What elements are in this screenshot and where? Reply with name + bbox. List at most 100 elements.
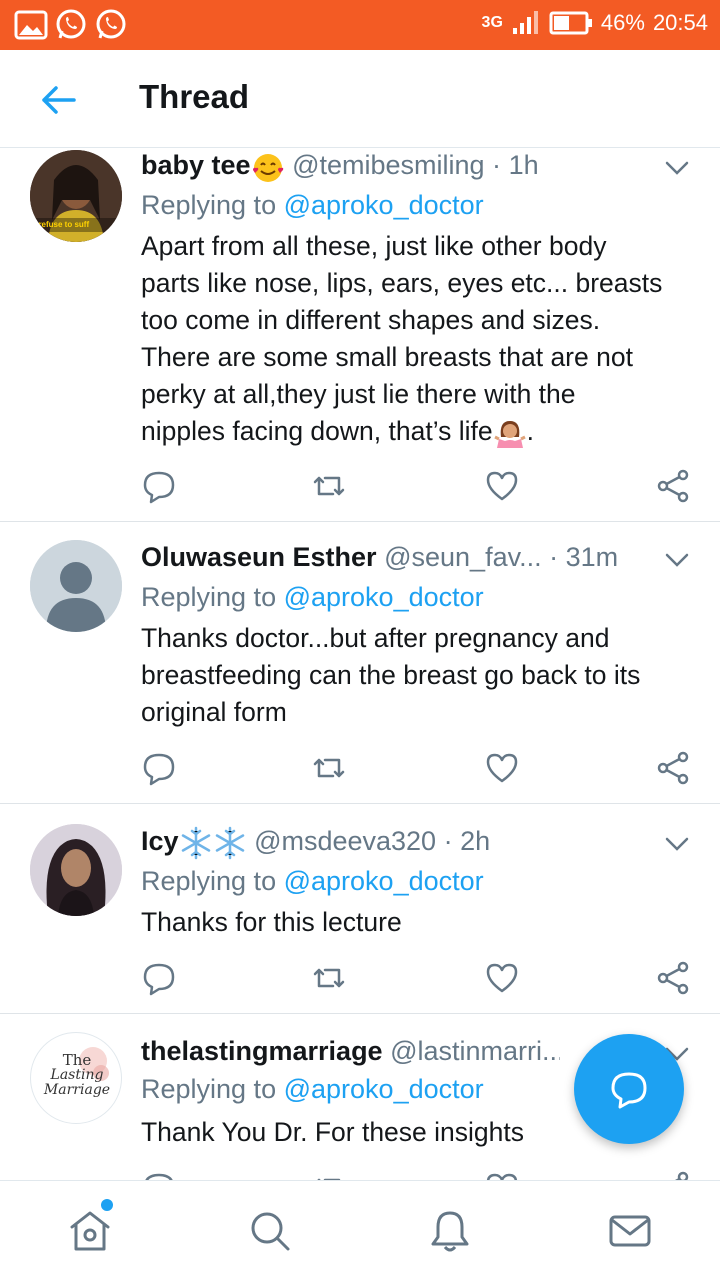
- replying-prefix: Replying to: [141, 1074, 277, 1104]
- tweet-text: Thanks doctor...but after pregnancy and …: [141, 620, 696, 731]
- retweet-icon[interactable]: [311, 1170, 347, 1180]
- chevron-down-icon[interactable]: [664, 158, 690, 178]
- tweet-header: baby tee @temibesmiling · 1h: [141, 150, 660, 183]
- bottom-navigation: [0, 1180, 720, 1280]
- tweet[interactable]: Icy @msdeeva320 · 2h Replying to @aproko…: [0, 804, 720, 1014]
- tweet[interactable]: Oluwaseun Esther @seun_fav... · 31m Repl…: [0, 522, 720, 804]
- share-icon[interactable]: [655, 750, 691, 786]
- signal-icon: [512, 11, 538, 34]
- text-line: Thanks for this lecture: [141, 907, 402, 937]
- reply-icon[interactable]: [141, 1170, 177, 1180]
- tweet-text: Apart from all these, just like other bo…: [141, 228, 696, 450]
- user-name[interactable]: baby tee: [141, 150, 251, 180]
- notification-icons: [14, 8, 128, 42]
- chevron-down-icon[interactable]: [664, 834, 690, 854]
- tweet-time: 1h: [508, 150, 539, 180]
- retweet-icon[interactable]: [311, 750, 347, 786]
- replying-prefix: Replying to: [141, 582, 277, 612]
- avatar-photo: [30, 824, 122, 916]
- mention-link[interactable]: @aproko_doctor: [284, 582, 484, 612]
- text-line: perky at all,they just lie there with th…: [141, 379, 576, 409]
- text-line: original form: [141, 697, 287, 727]
- user-name[interactable]: thelastingmarriage: [141, 1036, 383, 1066]
- text-line: breastfeeding can the breast go back to …: [141, 660, 641, 690]
- dot-separator: ·: [549, 542, 559, 572]
- tweet-time: 31m: [565, 542, 619, 572]
- avatar-caption: I refuse to suff: [34, 220, 90, 229]
- reply-icon[interactable]: [141, 468, 177, 504]
- network-type: 3G: [481, 14, 503, 31]
- user-name[interactable]: Icy: [141, 826, 179, 856]
- back-button[interactable]: [36, 80, 80, 120]
- user-handle[interactable]: @temibesmiling: [292, 150, 484, 180]
- avatar[interactable]: I refuse to suff: [30, 150, 122, 242]
- user-name[interactable]: Oluwaseun Esther: [141, 542, 377, 572]
- arrow-left-icon: [42, 86, 76, 114]
- person-shrugging-icon: [493, 421, 526, 448]
- page-title: Thread: [139, 78, 250, 115]
- tweet-actions: [141, 750, 691, 786]
- brand-logo-text: The Lasting Marriage: [43, 1051, 111, 1098]
- top-app-bar: Thread: [0, 50, 720, 148]
- avatar[interactable]: [30, 540, 122, 632]
- avatar[interactable]: [30, 824, 122, 916]
- heart-icon[interactable]: [484, 1170, 520, 1180]
- bell-icon[interactable]: [426, 1207, 474, 1255]
- retweet-icon[interactable]: [311, 960, 347, 996]
- share-icon[interactable]: [655, 1170, 691, 1180]
- snowflake-icon: [181, 826, 210, 860]
- replying-to: Replying to @aproko_doctor: [141, 190, 484, 221]
- snowflake-icon: [215, 826, 244, 860]
- tweet-header: Icy @msdeeva320 · 2h: [141, 826, 660, 860]
- tweet-text: Thanks for this lecture: [141, 904, 696, 941]
- tweet-actions: [141, 468, 691, 504]
- compose-reply-icon: [611, 1072, 647, 1109]
- text-line: parts like nose, lips, ears, eyes etc...…: [141, 268, 663, 298]
- default-profile-icon: [30, 540, 122, 632]
- mention-link[interactable]: @aproko_doctor: [284, 1074, 484, 1104]
- mention-link[interactable]: @aproko_doctor: [284, 190, 484, 220]
- dot-separator: ·: [492, 150, 502, 180]
- search-icon[interactable]: [246, 1207, 294, 1255]
- text-line: too come in different shapes and sizes.: [141, 305, 601, 335]
- gallery-icon: [14, 10, 48, 40]
- tweet-actions: [141, 1170, 691, 1180]
- dot-separator: ·: [443, 826, 453, 857]
- reply-icon[interactable]: [141, 960, 177, 996]
- whatsapp-icon: [96, 9, 126, 39]
- home-icon[interactable]: [66, 1207, 114, 1255]
- heart-icon[interactable]: [484, 468, 520, 504]
- status-indicators: 3G 46% 20:54: [482, 10, 708, 36]
- mention-link[interactable]: @aproko_doctor: [284, 866, 484, 896]
- whatsapp-icon: [56, 9, 86, 39]
- thread-feed[interactable]: I refuse to suff baby tee @temibesmiling…: [0, 148, 720, 1180]
- tweet[interactable]: I refuse to suff baby tee @temibesmiling…: [0, 148, 720, 522]
- share-icon[interactable]: [655, 960, 691, 996]
- retweet-icon[interactable]: [311, 468, 347, 504]
- battery-icon: [549, 11, 592, 35]
- text-line: Thanks doctor...but after pregnancy and: [141, 623, 610, 653]
- heart-icon[interactable]: [484, 960, 520, 996]
- user-handle[interactable]: @seun_fav...: [384, 542, 542, 572]
- replying-prefix: Replying to: [141, 866, 277, 896]
- compose-reply-button[interactable]: [574, 1034, 684, 1144]
- text-line: Apart from all these, just like other bo…: [141, 231, 607, 261]
- replying-prefix: Replying to: [141, 190, 277, 220]
- mail-icon[interactable]: [606, 1207, 654, 1255]
- replying-to: Replying to @aproko_doctor: [141, 1074, 484, 1105]
- replying-to: Replying to @aproko_doctor: [141, 866, 484, 897]
- status-bar: 3G 46% 20:54: [0, 0, 720, 50]
- tweet-time: 2h: [460, 826, 491, 857]
- user-handle[interactable]: @lastinmarri...: [390, 1036, 560, 1066]
- avatar[interactable]: The Lasting Marriage: [30, 1032, 122, 1124]
- text-line: There are some small breasts that are no…: [141, 342, 633, 372]
- clock: 20:54: [652, 10, 708, 35]
- reply-icon[interactable]: [141, 750, 177, 786]
- heart-icon[interactable]: [484, 750, 520, 786]
- chevron-down-icon[interactable]: [664, 550, 690, 570]
- user-handle[interactable]: @msdeeva320: [254, 826, 436, 856]
- share-icon[interactable]: [655, 468, 691, 504]
- tweet-header: Oluwaseun Esther @seun_fav... · 31m: [141, 542, 660, 573]
- text-line-last: nipples facing down, that’s life .: [141, 413, 696, 450]
- smiling-face-with-hearts-icon: [252, 153, 283, 182]
